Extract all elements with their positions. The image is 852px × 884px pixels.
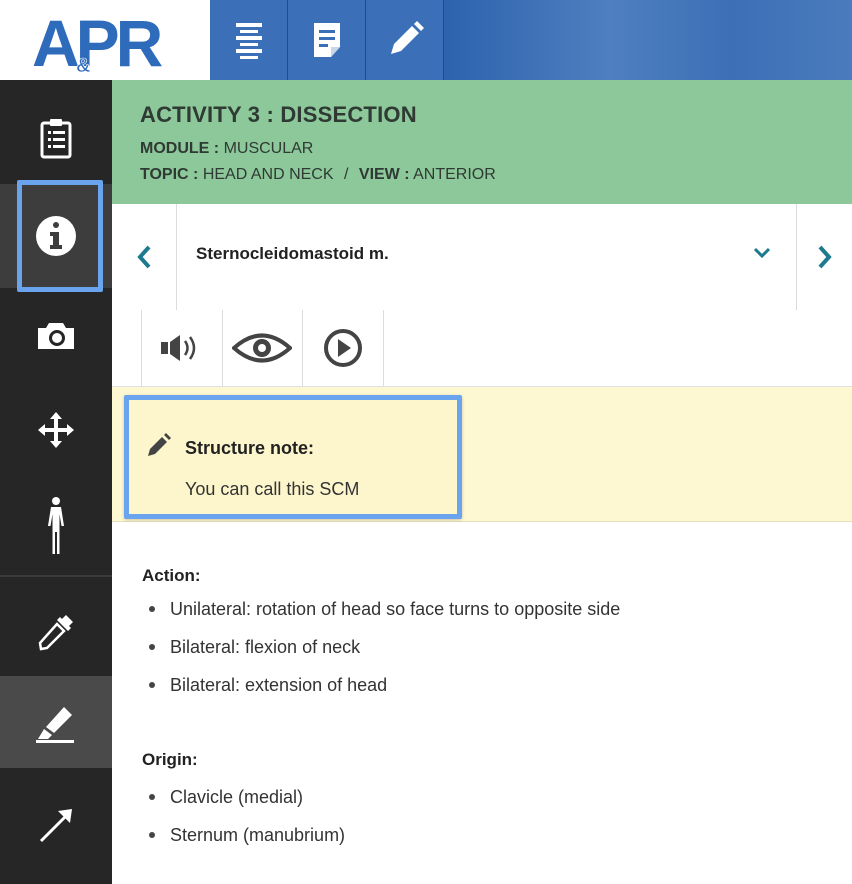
apr-logo: APR & xyxy=(32,8,167,74)
chevron-down-icon xyxy=(753,247,771,259)
toolbar-background xyxy=(450,0,852,80)
prev-structure-button[interactable] xyxy=(112,204,177,310)
sidebar-item-eyedropper[interactable] xyxy=(0,588,112,676)
logo-amp: & xyxy=(76,55,90,74)
view-value: ANTERIOR xyxy=(413,166,496,183)
audio-button[interactable] xyxy=(141,310,223,386)
origin-title: Origin: xyxy=(142,750,198,769)
activity-title: ACTIVITY 3 : DISSECTION xyxy=(140,102,417,127)
sidebar-divider xyxy=(0,575,112,577)
sidebar-item-camera[interactable] xyxy=(0,300,112,372)
structure-dropdown-button[interactable] xyxy=(752,246,772,265)
clipboard-icon xyxy=(40,119,72,159)
eyedropper-icon xyxy=(38,615,73,651)
camera-icon xyxy=(38,323,74,349)
visibility-button[interactable] xyxy=(222,310,303,386)
sidebar-item-activity[interactable] xyxy=(0,98,112,178)
body-icon xyxy=(48,497,64,554)
activity-header: ACTIVITY 3 : DISSECTION MODULE : MUSCULA… xyxy=(112,80,852,204)
note-body: You can call this SCM xyxy=(185,479,360,499)
sidebar-item-arrow[interactable] xyxy=(0,780,112,870)
structure-name[interactable]: Sternocleidomastoid m. xyxy=(196,244,389,264)
structure-note: Structure note: You can call this SCM xyxy=(124,395,462,519)
pencil-icon xyxy=(148,433,171,456)
note-area: Structure note: You can call this SCM xyxy=(112,387,852,522)
eye-icon xyxy=(232,333,292,363)
module-label: MODULE : xyxy=(140,140,220,157)
sidebar-item-highlighter[interactable] xyxy=(0,676,112,768)
origin-list: Clavicle (medial) Sternum (manubrium) xyxy=(145,778,345,854)
view-label: VIEW : xyxy=(358,166,410,183)
logo-area: APR & xyxy=(0,0,210,80)
action-list: Unilateral: rotation of head so face tur… xyxy=(145,590,620,704)
topic-label: TOPIC : xyxy=(140,166,199,183)
note-heading: Structure note: xyxy=(185,438,315,458)
list-item: Unilateral: rotation of head so face tur… xyxy=(145,590,620,628)
sidebar-item-body[interactable] xyxy=(0,480,112,572)
left-sidebar xyxy=(0,80,112,884)
outline-button[interactable] xyxy=(210,0,288,80)
list-item: Bilateral: flexion of neck xyxy=(145,628,620,666)
top-toolbar xyxy=(210,0,852,80)
audio-icon xyxy=(161,335,196,361)
edit-icon xyxy=(390,21,424,54)
list-item: Clavicle (medial) xyxy=(145,778,345,816)
chevron-right-icon xyxy=(818,245,832,269)
structure-nav: Sternocleidomastoid m. xyxy=(112,204,852,311)
list-item: Sternum (manubrium) xyxy=(145,816,345,854)
sidebar-item-move[interactable] xyxy=(0,390,112,470)
play-button[interactable] xyxy=(303,310,384,386)
notes-icon xyxy=(313,23,340,57)
topic-value: HEAD AND NECK xyxy=(202,166,334,183)
logo-text: APR xyxy=(32,8,163,74)
module-line: MODULE : MUSCULAR xyxy=(140,140,313,158)
arrow-icon xyxy=(39,809,72,843)
topic-separator: / xyxy=(343,166,349,183)
highlighter-icon xyxy=(36,707,74,743)
action-title: Action: xyxy=(142,566,201,585)
outline-icon xyxy=(235,23,262,59)
list-item: Bilateral: extension of head xyxy=(145,666,620,704)
notes-button[interactable] xyxy=(288,0,366,80)
edit-button[interactable] xyxy=(366,0,444,80)
structure-tools xyxy=(112,310,852,387)
module-value: MUSCULAR xyxy=(223,140,314,157)
play-icon xyxy=(324,329,362,367)
chevron-left-icon xyxy=(137,245,151,269)
topic-line: TOPIC : HEAD AND NECK / VIEW : ANTERIOR xyxy=(140,166,496,184)
next-structure-button[interactable] xyxy=(796,204,852,310)
move-icon xyxy=(38,412,74,448)
info-highlight-frame xyxy=(17,180,103,292)
